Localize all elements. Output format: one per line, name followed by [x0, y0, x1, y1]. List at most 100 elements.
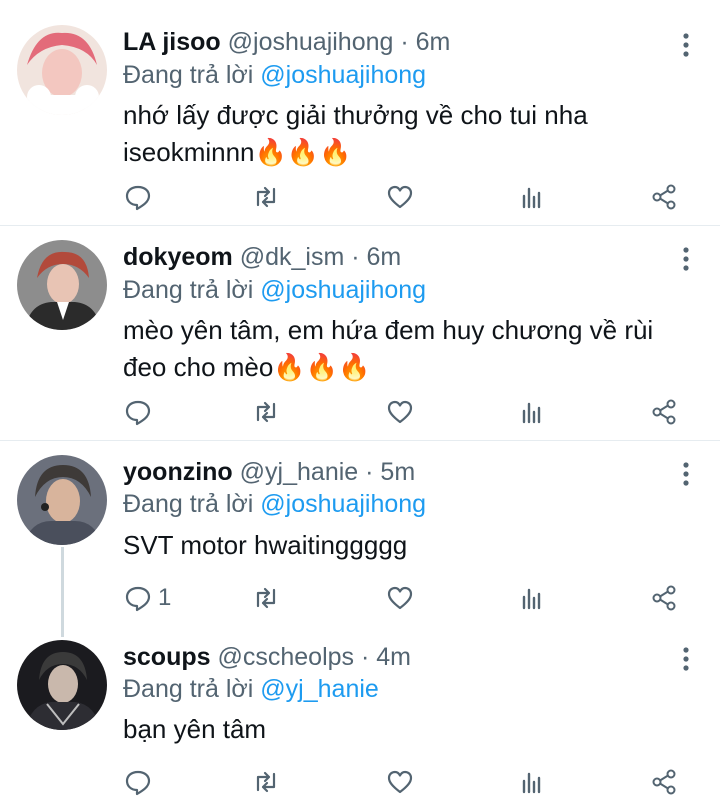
reply-button[interactable]	[124, 762, 158, 802]
handle[interactable]: @joshuajihong	[228, 28, 394, 56]
analytics-icon	[522, 187, 541, 209]
share-icon	[652, 399, 676, 425]
tweet-text: bạn yên tâm	[123, 711, 693, 748]
avatar[interactable]	[17, 640, 107, 730]
tweet[interactable]: dokyeom @dk_ism · 6m Đang trả lời @joshu…	[0, 226, 720, 440]
avatar-image	[17, 25, 107, 115]
retweet-icon	[256, 587, 276, 609]
heart-icon	[387, 400, 413, 424]
avatar-image	[17, 640, 107, 730]
retweet-button[interactable]	[252, 392, 280, 432]
retweet-button[interactable]	[252, 762, 280, 802]
more-vertical-icon	[683, 462, 689, 486]
timestamp[interactable]: 6m	[367, 243, 402, 271]
views-button[interactable]	[518, 177, 546, 217]
mention-link[interactable]: @yj_hanie	[260, 675, 379, 703]
like-button[interactable]	[386, 578, 414, 618]
avatar-image	[17, 455, 107, 545]
fire-emoji: 🔥🔥🔥	[273, 352, 371, 382]
share-button[interactable]	[650, 392, 678, 432]
more-options-button[interactable]	[680, 32, 692, 58]
replying-to-label: Đang trả lời	[123, 675, 254, 703]
comment-icon	[125, 400, 151, 426]
more-vertical-icon	[683, 33, 689, 57]
retweet-button[interactable]	[252, 578, 280, 618]
tweet-text: mèo yên tâm, em hứa đem huy chương về rù…	[123, 312, 693, 386]
tweet-text: SVT motor hwaitinggggg	[123, 527, 693, 564]
reply-button[interactable]: 1	[124, 578, 171, 618]
tweet[interactable]: scoups @cscheolps · 4m Đang trả lời @yj_…	[0, 634, 720, 805]
separator: ·	[400, 28, 409, 56]
mention-link[interactable]: @joshuajihong	[260, 276, 426, 304]
share-button[interactable]	[650, 177, 678, 217]
analytics-icon	[522, 402, 541, 424]
more-vertical-icon	[683, 247, 689, 271]
replying-to: Đang trả lời @yj_hanie	[123, 674, 379, 704]
timestamp[interactable]: 5m	[380, 458, 415, 486]
share-icon	[652, 769, 676, 795]
retweet-button[interactable]	[252, 177, 280, 217]
like-button[interactable]	[386, 177, 414, 217]
tweet-actions	[0, 762, 720, 802]
display-name[interactable]: yoonzino	[123, 458, 233, 486]
tweet-text-body: bạn yên tâm	[123, 714, 267, 744]
more-options-button[interactable]	[680, 246, 692, 272]
avatar[interactable]	[17, 455, 107, 545]
mention-link[interactable]: @joshuajihong	[260, 61, 426, 89]
display-name[interactable]: LA jisoo	[123, 28, 221, 56]
tweet-text: nhớ lấy được giải thưởng về cho tui nha …	[123, 97, 693, 171]
like-button[interactable]	[386, 392, 414, 432]
retweet-icon	[256, 186, 276, 208]
mention-link[interactable]: @joshuajihong	[260, 490, 426, 518]
views-button[interactable]	[518, 578, 546, 618]
tweet-actions	[0, 392, 720, 432]
reply-button[interactable]	[124, 177, 158, 217]
retweet-icon	[256, 401, 276, 423]
avatar[interactable]	[17, 25, 107, 115]
separator: ·	[361, 643, 370, 671]
replying-to-label: Đang trả lời	[123, 490, 254, 518]
avatar[interactable]	[17, 240, 107, 330]
heart-icon	[387, 586, 413, 610]
timestamp[interactable]: 4m	[376, 643, 411, 671]
tweet[interactable]: LA jisoo @joshuajihong · 6m Đang trả lời…	[0, 0, 720, 225]
heart-icon	[387, 770, 413, 794]
display-name[interactable]: scoups	[123, 643, 211, 671]
share-icon	[652, 585, 676, 611]
tweet-text-body: mèo yên tâm, em hứa đem huy chương về rù…	[123, 315, 654, 382]
tweet-actions: 1	[0, 578, 720, 618]
more-options-button[interactable]	[680, 646, 692, 672]
reply-button[interactable]	[124, 392, 158, 432]
more-vertical-icon	[683, 647, 689, 671]
reply-count: 1	[158, 584, 172, 611]
tweet[interactable]: yoonzino @yj_hanie · 5m Đang trả lời @jo…	[0, 441, 720, 634]
like-button[interactable]	[386, 762, 414, 802]
comment-icon	[125, 586, 151, 612]
handle[interactable]: @yj_hanie	[240, 458, 359, 486]
timestamp[interactable]: 6m	[416, 28, 451, 56]
replying-to: Đang trả lời @joshuajihong	[123, 60, 426, 90]
separator: ·	[365, 458, 374, 486]
tweet-text-body: SVT motor hwaitinggggg	[123, 530, 408, 560]
analytics-icon	[522, 588, 541, 610]
views-button[interactable]	[518, 762, 546, 802]
heart-icon	[387, 185, 413, 209]
share-button[interactable]	[650, 578, 678, 618]
comment-icon	[125, 770, 151, 796]
tweet-header: yoonzino @yj_hanie · 5m	[123, 457, 415, 487]
display-name[interactable]: dokyeom	[123, 243, 233, 271]
tweet-header: LA jisoo @joshuajihong · 6m	[123, 27, 450, 57]
comment-icon	[125, 185, 151, 211]
share-button[interactable]	[650, 762, 678, 802]
tweet-text-body: nhớ lấy được giải thưởng về cho tui nha …	[123, 100, 588, 167]
share-icon	[652, 184, 676, 210]
tweet-header: scoups @cscheolps · 4m	[123, 642, 411, 672]
more-options-button[interactable]	[680, 461, 692, 487]
views-button[interactable]	[518, 392, 546, 432]
retweet-icon	[256, 771, 276, 793]
handle[interactable]: @dk_ism	[240, 243, 345, 271]
replying-to-label: Đang trả lời	[123, 61, 254, 89]
handle[interactable]: @cscheolps	[217, 643, 354, 671]
analytics-icon	[522, 772, 541, 794]
replying-to: Đang trả lời @joshuajihong	[123, 489, 426, 519]
